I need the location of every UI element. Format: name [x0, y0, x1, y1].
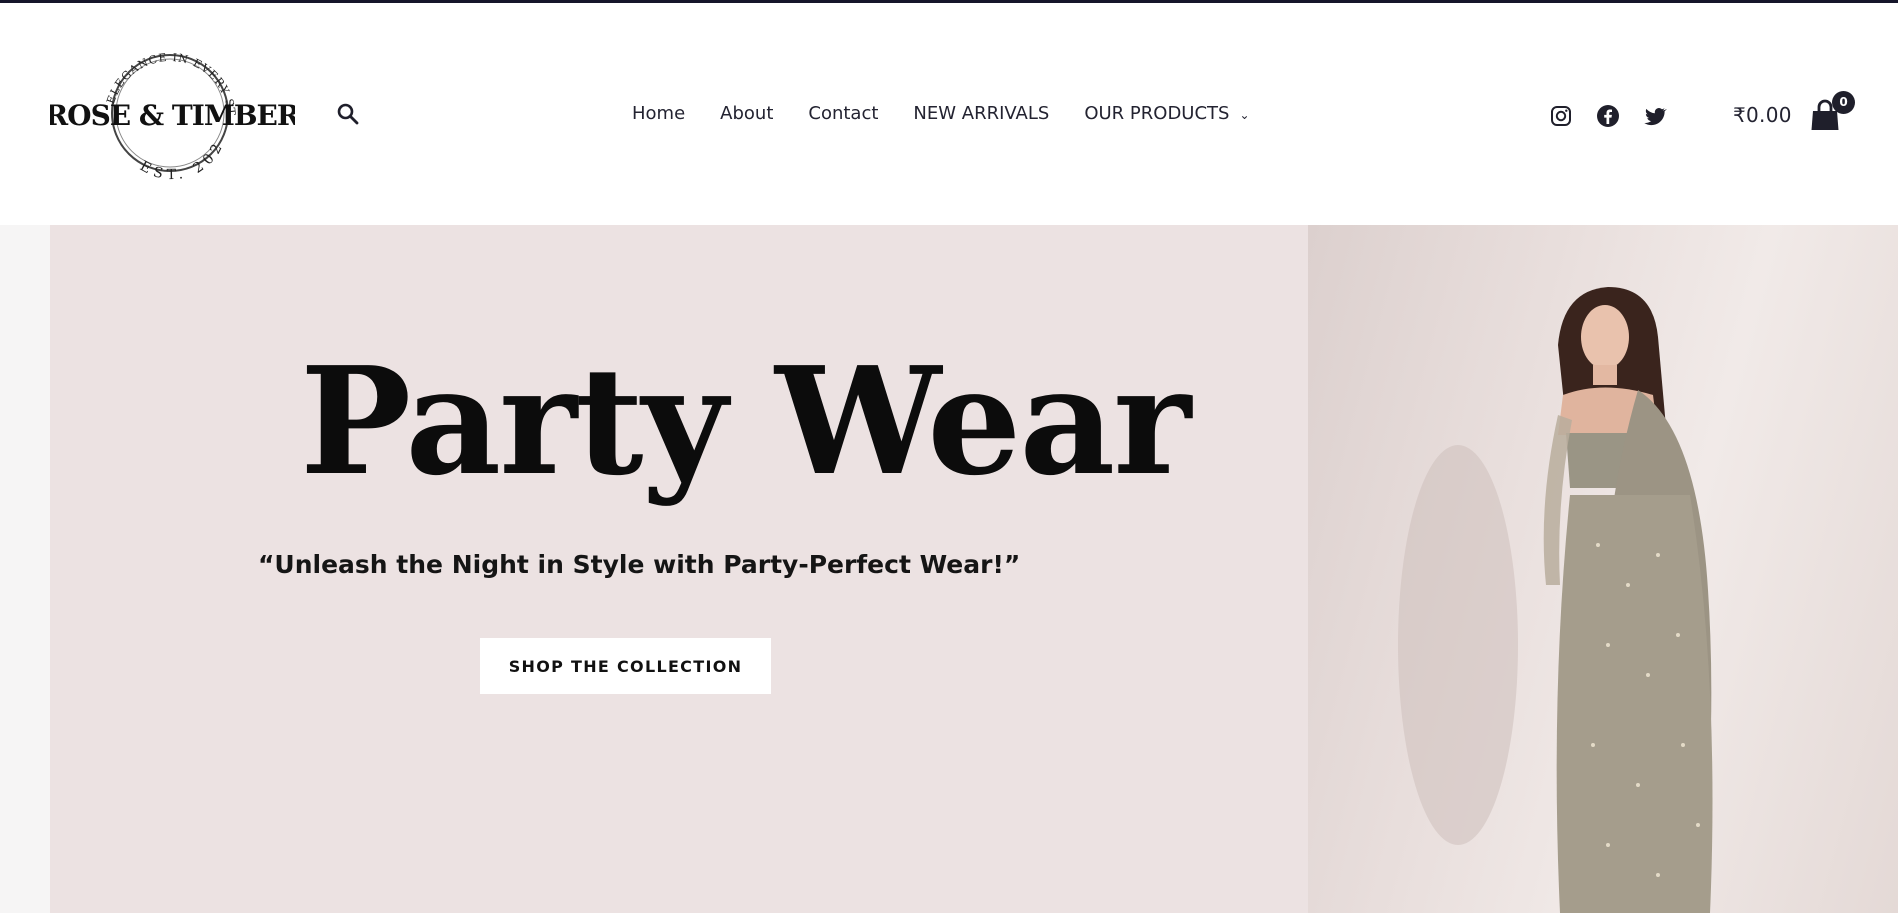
nav-about-label: About: [720, 103, 774, 124]
nav-our-products[interactable]: OUR PRODUCTS ⌄: [1084, 103, 1249, 124]
instagram-icon[interactable]: [1549, 104, 1573, 128]
chevron-down-icon: ⌄: [1239, 107, 1250, 122]
nav-home[interactable]: Home: [632, 103, 685, 124]
nav-new-arrivals-label: NEW ARRIVALS: [913, 103, 1050, 124]
twitter-icon[interactable]: [1643, 104, 1667, 128]
brand-logo-emblem: ELEGANCE IN EVERY STITCH ROSE & TIMBER E…: [50, 27, 295, 183]
hero-model-image: [1308, 225, 1898, 913]
brand-logo[interactable]: ELEGANCE IN EVERY STITCH ROSE & TIMBER E…: [50, 27, 295, 187]
cart-count-badge: 0: [1832, 91, 1855, 114]
cart-total[interactable]: ₹0.00: [1733, 103, 1792, 127]
shop-collection-button[interactable]: SHOP THE COLLECTION: [480, 638, 771, 694]
hero-title: Party Wear: [300, 334, 1191, 508]
site-header: ELEGANCE IN EVERY STITCH ROSE & TIMBER E…: [0, 3, 1898, 225]
nav-home-label: Home: [632, 103, 686, 124]
nav-new-arrivals[interactable]: NEW ARRIVALS: [913, 103, 1049, 124]
nav-our-products-label: OUR PRODUCTS: [1084, 103, 1230, 124]
primary-navigation: Home About Contact NEW ARRIVALS OUR PROD…: [632, 103, 1285, 124]
nav-contact-label: Contact: [808, 103, 879, 124]
nav-about[interactable]: About: [720, 103, 773, 124]
svg-text:ROSE & TIMBER: ROSE & TIMBER: [50, 99, 295, 132]
search-icon[interactable]: [335, 101, 361, 127]
social-links: [1549, 104, 1690, 128]
nav-contact[interactable]: Contact: [808, 103, 878, 124]
hero-subtitle: “Unleash the Night in Style with Party-P…: [258, 550, 1021, 579]
hero-left-gutter: [0, 225, 50, 913]
saree-model-illustration: [1398, 287, 1713, 913]
facebook-icon[interactable]: [1596, 104, 1620, 128]
